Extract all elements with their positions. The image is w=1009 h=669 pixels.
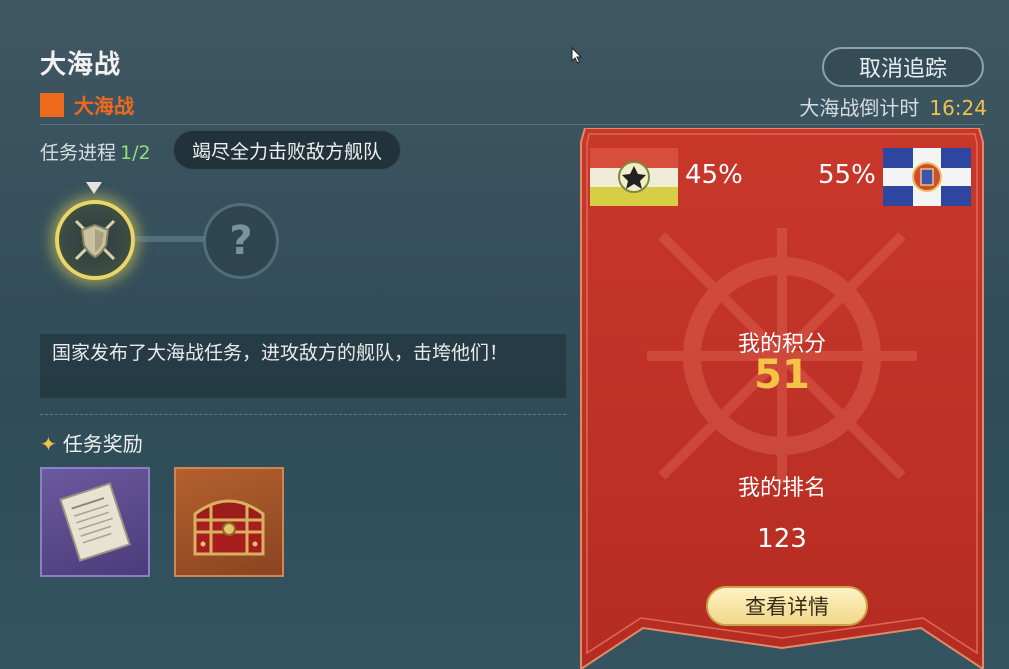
event-subtitle-label: 大海战 [74, 94, 134, 118]
event-subtitle: 大海战 [40, 90, 134, 119]
task-progress: 任务进程 1/2 [40, 138, 151, 165]
current-step-pointer-icon [86, 182, 102, 194]
crossed-swords-shield-icon [74, 219, 116, 261]
cancel-tracking-button[interactable]: 取消追踪 [822, 47, 984, 87]
reward-title-label: 任务奖励 [62, 432, 143, 456]
reward-item-document[interactable] [40, 467, 150, 577]
page-title: 大海战 [40, 50, 122, 80]
countdown-label: 大海战倒计时 [799, 96, 920, 120]
event-color-marker [40, 92, 64, 117]
right-faction-percent: 55% [818, 160, 876, 190]
countdown: 大海战倒计时 16:24 [799, 92, 987, 121]
objective-pill: 竭尽全力击败敌方舰队 [173, 130, 402, 170]
task-description: 国家发布了大海战任务，进攻敌方的舰队，击垮他们！ [40, 334, 566, 398]
mouse-cursor-icon [571, 47, 583, 64]
sparkle-icon: ✦ [40, 432, 57, 456]
left-faction-percent: 45% [685, 160, 743, 190]
task-progress-label: 任务进程 [40, 142, 117, 164]
my-rank-label: 我的排名 [737, 476, 826, 501]
task-node-connector [135, 236, 205, 242]
document-icon [59, 482, 131, 562]
reward-item-chest[interactable] [174, 467, 284, 577]
task-node-active[interactable] [55, 200, 135, 280]
view-details-button[interactable]: 查看详情 [706, 586, 868, 626]
left-faction-flag-icon [590, 148, 678, 206]
countdown-time: 16:24 [929, 96, 987, 120]
task-node-locked[interactable]: ? [203, 203, 279, 279]
right-faction-flag-icon [883, 148, 971, 206]
my-rank-value: 123 [757, 524, 807, 554]
question-mark-icon: ? [229, 218, 253, 264]
header-divider [40, 124, 984, 125]
reward-title: ✦ 任务奖励 [40, 428, 143, 457]
task-progress-value: 1/2 [120, 142, 151, 164]
treasure-chest-icon [193, 499, 265, 556]
my-score-value: 51 [754, 352, 810, 398]
section-divider [40, 414, 566, 415]
